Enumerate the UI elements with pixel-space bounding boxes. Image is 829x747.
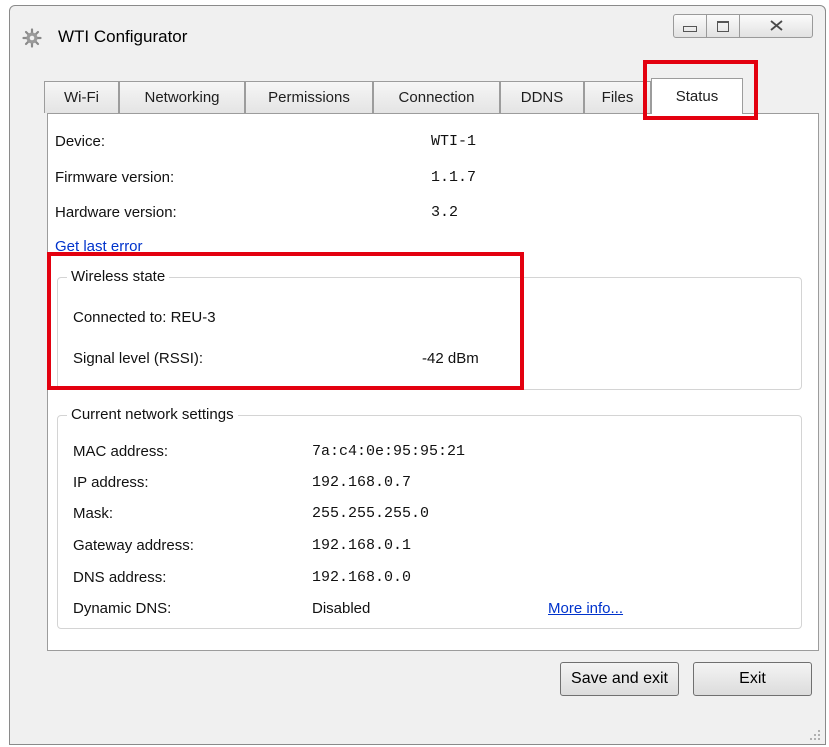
firmware-value: 1.1.7: [431, 169, 477, 186]
mac-value: 7a:c4:0e:95:95:21: [312, 443, 466, 460]
close-button[interactable]: [739, 14, 813, 38]
maximize-button[interactable]: [706, 14, 740, 38]
minimize-icon: [683, 26, 697, 32]
signal-level-label: Signal level (RSSI):: [73, 350, 204, 367]
minimize-button[interactable]: [673, 14, 707, 38]
ip-label: IP address:: [73, 474, 149, 491]
network-settings-group: Current network settings MAC address: 7a…: [57, 406, 802, 629]
dns-value: 192.168.0.0: [312, 569, 412, 586]
firmware-label: Firmware version:: [55, 169, 175, 186]
tab-connection[interactable]: Connection: [373, 81, 500, 113]
get-last-error-link[interactable]: Get last error: [55, 238, 143, 255]
network-settings-title: Current network settings: [67, 406, 238, 423]
device-label: Device:: [55, 133, 106, 150]
configurator-window: WTI Configurator Wi-Fi Networking Permis…: [9, 5, 826, 745]
wireless-state-title: Wireless state: [67, 268, 170, 285]
close-icon: [769, 18, 783, 35]
signal-level-value: -42 dBm: [422, 350, 479, 367]
tab-status[interactable]: Status: [651, 78, 743, 114]
dynamic-dns-label: Dynamic DNS:: [73, 600, 172, 617]
mask-label: Mask:: [73, 505, 114, 522]
save-and-exit-button[interactable]: Save and exit: [560, 662, 679, 696]
dynamic-dns-value: Disabled: [312, 600, 371, 617]
tab-networking[interactable]: Networking: [119, 81, 245, 113]
dns-label: DNS address:: [73, 569, 167, 586]
tab-ddns[interactable]: DDNS: [500, 81, 584, 113]
mac-label: MAC address:: [73, 443, 169, 460]
hardware-value: 3.2: [431, 204, 459, 221]
hardware-label: Hardware version:: [55, 204, 177, 221]
gateway-label: Gateway address:: [73, 537, 194, 554]
tab-files[interactable]: Files: [584, 81, 651, 113]
tab-permissions[interactable]: Permissions: [245, 81, 373, 113]
resize-grip-icon[interactable]: [809, 728, 821, 740]
tab-wifi[interactable]: Wi-Fi: [44, 81, 119, 113]
exit-button[interactable]: Exit: [693, 662, 812, 696]
status-panel: Device: WTI-1 Firmware version: 1.1.7 Ha…: [47, 113, 819, 651]
wireless-state-group: Wireless state Connected to: REU-3 Signa…: [57, 268, 802, 390]
maximize-icon: [717, 20, 729, 32]
gateway-value: 192.168.0.1: [312, 537, 412, 554]
title-bar[interactable]: WTI Configurator: [10, 6, 825, 60]
connected-to-text: Connected to: REU-3: [73, 309, 216, 326]
more-info-link[interactable]: More info...: [548, 600, 623, 617]
mask-value: 255.255.255.0: [312, 505, 430, 522]
gear-icon: [22, 28, 42, 48]
device-value: WTI-1: [431, 133, 477, 150]
window-title: WTI Configurator: [58, 27, 188, 46]
ip-value: 192.168.0.7: [312, 474, 412, 491]
